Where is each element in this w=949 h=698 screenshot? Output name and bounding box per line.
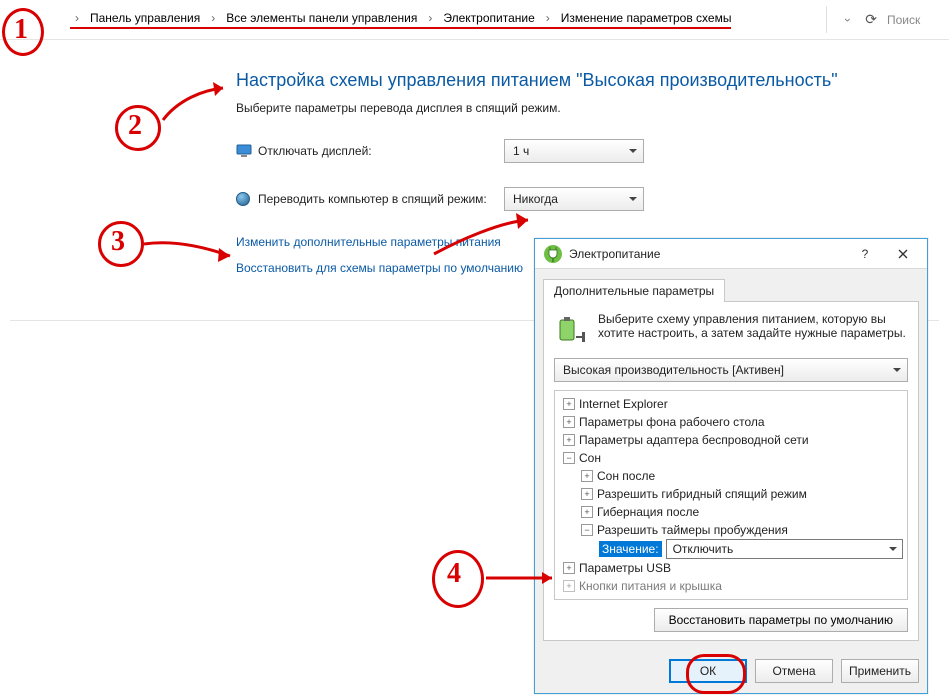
crumb-all-items[interactable]: Все элементы панели управления [226, 11, 417, 25]
address-bar: › Панель управления › Все элементы панел… [0, 0, 949, 40]
dialog-intro: Выберите схему управления питанием, кото… [554, 312, 908, 346]
sleep-row: Переводить компьютер в спящий режим: Ник… [236, 187, 949, 211]
power-icon [236, 192, 250, 206]
crumb-control-panel[interactable]: Панель управления [90, 11, 200, 25]
tree-item-hibernate-after[interactable]: +Гибернация после [559, 503, 903, 521]
help-button[interactable]: ? [849, 243, 881, 265]
expand-icon[interactable]: + [563, 580, 575, 592]
cancel-button[interactable]: Отмена [755, 659, 833, 683]
tree-item-usb[interactable]: +Параметры USB [559, 559, 903, 577]
tab-panel: Выберите схему управления питанием, кото… [543, 301, 919, 641]
ok-button[interactable]: ОК [669, 659, 747, 683]
expand-icon[interactable]: + [581, 488, 593, 500]
tree-value-row: Значение: Отключить [559, 539, 903, 559]
restore-defaults-button[interactable]: Восстановить параметры по умолчанию [654, 608, 908, 632]
chevron-right-icon: › [206, 11, 220, 25]
expand-icon[interactable]: + [563, 562, 575, 574]
crumb-edit-plan[interactable]: Изменение параметров схемы [561, 11, 732, 25]
scheme-select[interactable]: Высокая производительность [Активен] [554, 358, 908, 382]
breadcrumb: › Панель управления › Все элементы панел… [70, 11, 731, 29]
value-label: Значение: [599, 541, 662, 557]
display-off-row: Отключать дисплей: 1 ч [236, 139, 949, 163]
annotation-circle-4 [432, 550, 484, 608]
dialog-button-row: ОК Отмена Применить [535, 649, 927, 693]
wake-timer-value-select[interactable]: Отключить [666, 539, 903, 559]
display-off-label: Отключать дисплей: [258, 144, 504, 158]
tree-item-desktop-bg[interactable]: +Параметры фона рабочего стола [559, 413, 903, 431]
search-input[interactable]: Поиск [887, 13, 939, 27]
monitor-icon [236, 144, 252, 158]
expand-icon[interactable]: + [581, 470, 593, 482]
expand-icon[interactable]: + [563, 416, 575, 428]
refresh-icon[interactable]: ⟳ [865, 11, 877, 28]
tab-strip: Дополнительные параметры [543, 277, 919, 301]
display-off-select[interactable]: 1 ч [504, 139, 644, 163]
power-options-dialog: Электропитание ? Дополнительные параметр… [534, 238, 928, 694]
annotation-number-4: 4 [447, 558, 461, 590]
tab-advanced[interactable]: Дополнительные параметры [543, 279, 725, 302]
chevron-right-icon: › [423, 11, 437, 25]
expand-icon[interactable]: + [563, 398, 575, 410]
dialog-intro-text: Выберите схему управления питанием, кото… [598, 312, 908, 340]
battery-plug-icon [554, 312, 588, 346]
tree-item-wake-timers[interactable]: −Разрешить таймеры пробуждения [559, 521, 903, 539]
tree-item-sleep-after[interactable]: +Сон после [559, 467, 903, 485]
power-plug-icon [543, 244, 563, 264]
page-subtitle: Выберите параметры перевода дисплея в сп… [236, 101, 949, 115]
sleep-label: Переводить компьютер в спящий режим: [258, 192, 504, 206]
page-title: Настройка схемы управления питанием "Выс… [236, 70, 949, 91]
dialog-titlebar: Электропитание ? [535, 239, 927, 268]
close-button[interactable] [887, 243, 919, 265]
history-dropdown-icon[interactable]: › [841, 13, 855, 27]
sleep-select[interactable]: Никогда [504, 187, 644, 211]
tree-item-hybrid-sleep[interactable]: +Разрешить гибридный спящий режим [559, 485, 903, 503]
expand-icon[interactable]: + [563, 434, 575, 446]
chevron-right-icon: › [70, 11, 84, 25]
tree-item-buttons-lid[interactable]: +Кнопки питания и крышка [559, 577, 903, 595]
crumb-power-options[interactable]: Электропитание [443, 11, 534, 25]
tree-item-ie[interactable]: +Internet Explorer [559, 395, 903, 413]
tree-item-wifi[interactable]: +Параметры адаптера беспроводной сети [559, 431, 903, 449]
collapse-icon[interactable]: − [563, 452, 575, 464]
settings-tree[interactable]: +Internet Explorer +Параметры фона рабоч… [554, 390, 908, 600]
apply-button[interactable]: Применить [841, 659, 919, 683]
tree-item-sleep[interactable]: −Сон [559, 449, 903, 467]
dialog-title: Электропитание [569, 247, 843, 261]
chevron-right-icon: › [541, 11, 555, 25]
collapse-icon[interactable]: − [581, 524, 593, 536]
expand-icon[interactable]: + [581, 506, 593, 518]
close-icon [898, 249, 908, 259]
